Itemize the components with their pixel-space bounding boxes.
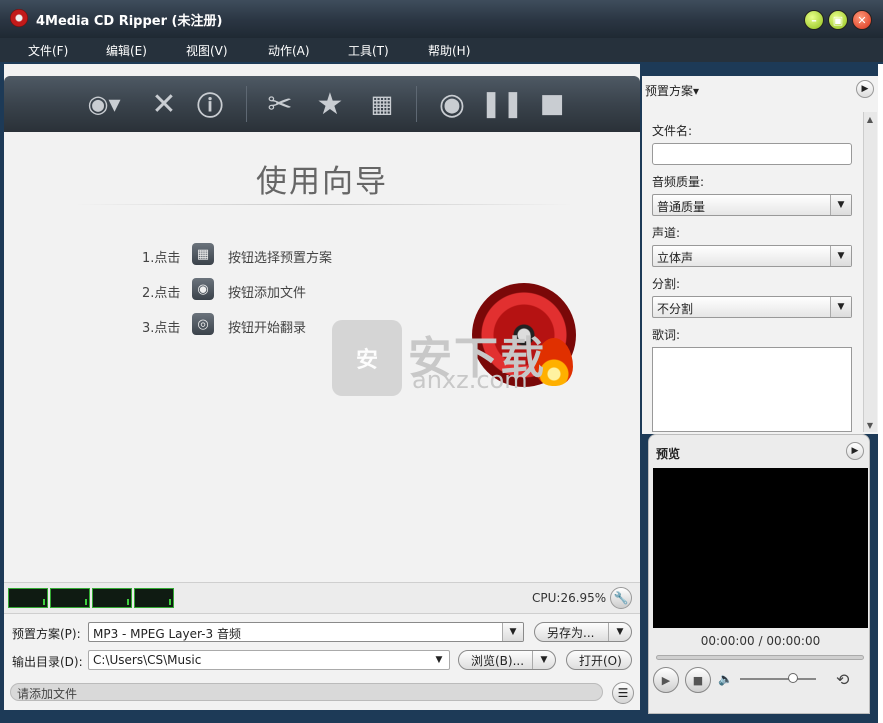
wizard-title: 使用向导: [256, 164, 388, 200]
chevron-down-icon: ▼: [830, 246, 851, 266]
split-value: 不分割: [657, 302, 694, 316]
toolbar-separator: [416, 86, 417, 122]
cpu-meter: [134, 588, 174, 608]
lyrics-label: 歌词:: [652, 328, 681, 342]
scroll-down-icon[interactable]: ▼: [863, 418, 877, 432]
rip-disc-icon: ◎: [192, 313, 214, 335]
stop-icon[interactable]: ■: [685, 667, 711, 693]
quality-value: 普通质量: [657, 200, 706, 214]
step-text: 按钮添加文件: [228, 286, 307, 301]
chevron-down-icon[interactable]: ▼: [429, 651, 449, 669]
split-label: 分割:: [652, 277, 681, 291]
desktop-edge: [878, 64, 883, 723]
clip-icon[interactable]: ✂: [260, 84, 300, 124]
chevron-right-icon[interactable]: ▶: [846, 442, 864, 460]
save-as-button[interactable]: 另存为... ▼: [534, 622, 632, 642]
status-message: 请添加文件: [10, 683, 603, 701]
preset-film-icon: ▦: [192, 243, 214, 265]
wizard-divider: [74, 204, 574, 205]
scroll-up-icon[interactable]: ▲: [863, 112, 877, 126]
output-label: 输出目录(D):: [12, 655, 83, 669]
stop-icon[interactable]: ■: [532, 84, 572, 124]
filename-label: 文件名:: [652, 124, 693, 138]
cpu-meter: [8, 588, 48, 608]
preset-label: 预置方案(P):: [12, 627, 81, 641]
toolbar-separator: [246, 86, 247, 122]
preset-value: MP3 - MPEG Layer-3 音频: [93, 627, 241, 641]
menu-tools[interactable]: 工具(T): [348, 42, 389, 59]
channel-label: 声道:: [652, 226, 681, 240]
filename-input[interactable]: [652, 143, 852, 165]
menu-help[interactable]: 帮助(H): [428, 42, 470, 59]
cpu-meter: [92, 588, 132, 608]
info-icon[interactable]: ⓘ: [190, 84, 230, 124]
volume-slider[interactable]: [740, 678, 816, 680]
play-icon[interactable]: ▶: [653, 667, 679, 693]
close-button[interactable]: ✕: [852, 10, 872, 30]
watermark-url: anxz.com: [412, 366, 528, 394]
add-cd-icon[interactable]: ◉▾: [74, 84, 134, 124]
chevron-down-icon: ▼: [830, 297, 851, 317]
chevron-down-icon[interactable]: ▼: [532, 651, 555, 669]
chevron-right-icon[interactable]: ▶: [856, 80, 874, 98]
volume-icon[interactable]: 🔈: [718, 672, 733, 686]
chevron-down-icon: ▼: [502, 623, 523, 641]
channel-value: 立体声: [657, 251, 694, 265]
quality-select[interactable]: 普通质量 ▼: [652, 194, 852, 216]
preset-film-icon[interactable]: ▦: [360, 84, 404, 124]
preview-title: 预览: [656, 447, 681, 461]
list-icon[interactable]: ☰: [612, 682, 634, 704]
menu-file[interactable]: 文件(F): [28, 42, 68, 59]
menu-action[interactable]: 动作(A): [268, 42, 310, 59]
maximize-button[interactable]: ▣: [828, 10, 848, 30]
wrench-icon[interactable]: 🔧: [610, 587, 632, 609]
app-logo-icon: [10, 9, 28, 27]
preview-time: 00:00:00 / 00:00:00: [700, 634, 821, 648]
save-as-label: 另存为...: [547, 625, 595, 640]
remove-icon[interactable]: ✕: [144, 84, 184, 124]
open-label: 打开(O): [579, 653, 622, 668]
menu-bar: 文件(F) 编辑(E) 视图(V) 动作(A) 工具(T) 帮助(H): [0, 38, 883, 62]
properties-scrollbar[interactable]: [863, 112, 877, 432]
preset-panel-header[interactable]: 预置方案▾: [645, 82, 699, 99]
pause-icon[interactable]: ❚❚: [480, 84, 524, 124]
rip-disc-icon[interactable]: ◉: [430, 84, 474, 124]
chevron-down-icon: ▼: [830, 195, 851, 215]
menu-edit[interactable]: 编辑(E): [106, 42, 147, 59]
star-icon[interactable]: ★: [310, 84, 350, 124]
minimize-button[interactable]: –: [804, 10, 824, 30]
step-text: 按钮开始翻录: [228, 321, 307, 336]
browse-button[interactable]: 浏览(B)... ▼: [458, 650, 556, 670]
toolbar: ◉▾ ✕ ⓘ ✂ ★ ▦ ◉ ❚❚ ■: [4, 76, 640, 132]
channel-select[interactable]: 立体声 ▼: [652, 245, 852, 267]
menu-view[interactable]: 视图(V): [186, 42, 228, 59]
output-dir-input[interactable]: C:\Users\CS\Music ▼: [88, 650, 450, 670]
quality-label: 音频质量:: [652, 175, 705, 189]
split-select[interactable]: 不分割 ▼: [652, 296, 852, 318]
snapshot-icon[interactable]: ⟲: [836, 670, 849, 689]
cpu-usage: CPU:26.95%: [532, 591, 607, 605]
lyrics-textarea[interactable]: [652, 347, 852, 432]
open-button[interactable]: 打开(O): [566, 650, 632, 670]
seek-slider[interactable]: [656, 655, 864, 660]
step-number: 3.点击: [142, 321, 181, 336]
browse-label: 浏览(B)...: [471, 653, 525, 668]
step-number: 2.点击: [142, 286, 181, 301]
add-cd-icon: ◉: [192, 278, 214, 300]
preset-select[interactable]: MP3 - MPEG Layer-3 音频 ▼: [88, 622, 524, 642]
preview-screen: [653, 468, 868, 628]
cpu-meter: [50, 588, 90, 608]
chevron-down-icon[interactable]: ▼: [608, 623, 631, 641]
step-text: 按钮选择预置方案: [228, 251, 333, 266]
window-title: 4Media CD Ripper (未注册): [36, 14, 223, 29]
watermark-shield-icon: 安: [332, 320, 402, 396]
output-dir-value: C:\Users\CS\Music: [93, 653, 202, 667]
step-number: 1.点击: [142, 251, 181, 266]
